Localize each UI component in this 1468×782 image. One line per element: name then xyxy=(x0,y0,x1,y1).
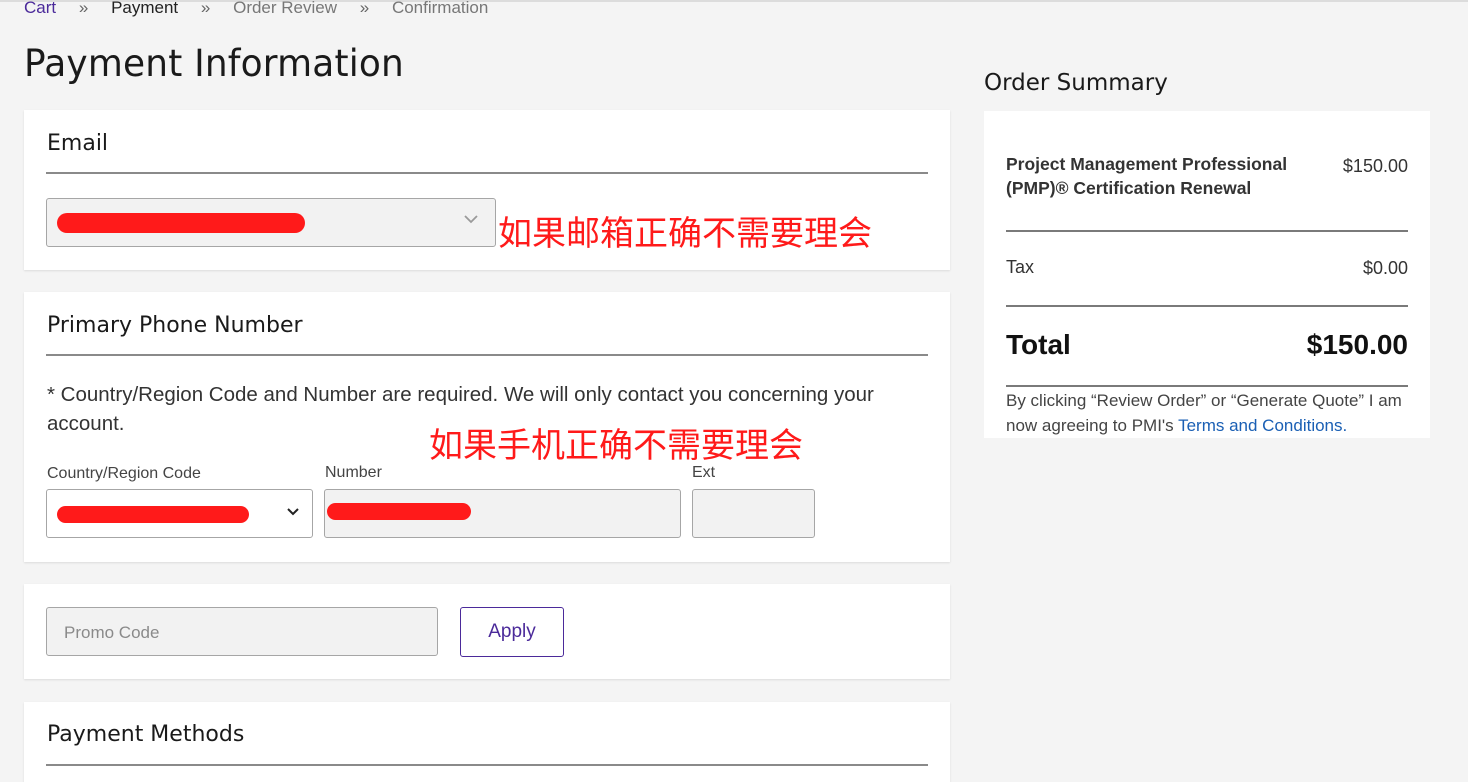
breadcrumb-payment: Payment xyxy=(111,0,179,17)
order-summary-title: Order Summary xyxy=(984,70,1168,96)
summary-divider xyxy=(1006,230,1408,232)
promo-code-placeholder: Promo Code xyxy=(64,623,160,642)
breadcrumb-separator: » xyxy=(359,0,370,17)
breadcrumb-separator: » xyxy=(78,0,89,17)
phone-annotation: 如果手机正确不需要理会 xyxy=(429,426,803,466)
number-label: Number xyxy=(325,464,382,481)
order-item-price: $150.00 xyxy=(1342,156,1408,176)
country-code-label: Country/Region Code xyxy=(47,465,201,482)
total-value: $150.00 xyxy=(1306,329,1408,360)
payment-methods-card: Payment Methods xyxy=(24,702,950,782)
legal-notice: By clicking “Review Order” or “Generate … xyxy=(1006,388,1414,438)
apply-promo-button[interactable]: Apply xyxy=(460,607,564,657)
summary-divider xyxy=(1006,385,1408,387)
breadcrumb: Cart » Payment » Order Review » Confirma… xyxy=(24,0,488,18)
page-title: Payment Information xyxy=(24,42,404,85)
tax-value: $0.00 xyxy=(1362,258,1408,278)
email-divider xyxy=(46,172,928,174)
ext-label: Ext xyxy=(692,464,716,481)
order-item-name: Project Management Professional (PMP)® C… xyxy=(1006,154,1288,198)
summary-divider xyxy=(1006,305,1408,307)
phone-heading: Primary Phone Number xyxy=(47,313,303,338)
breadcrumb-confirmation: Confirmation xyxy=(391,0,489,17)
breadcrumb-separator: » xyxy=(200,0,211,17)
payment-methods-heading: Payment Methods xyxy=(47,722,245,747)
chevron-down-icon xyxy=(463,209,479,234)
redaction-mark xyxy=(327,503,471,520)
email-select[interactable] xyxy=(46,198,496,247)
order-summary-card: Project Management Professional (PMP)® C… xyxy=(984,111,1430,438)
phone-card: Primary Phone Number * Country/Region Co… xyxy=(24,292,950,562)
email-heading: Email xyxy=(47,131,109,156)
total-label: Total xyxy=(1006,329,1071,360)
email-annotation: 如果邮箱正确不需要理会 xyxy=(498,214,872,254)
phone-number-input[interactable] xyxy=(324,489,681,538)
tax-label: Tax xyxy=(1006,257,1035,277)
phone-divider xyxy=(46,354,928,356)
payment-methods-divider xyxy=(46,764,928,766)
email-card: Email 如果邮箱正确不需要理会 xyxy=(24,110,950,270)
breadcrumb-order-review: Order Review xyxy=(233,0,338,17)
country-code-select[interactable] xyxy=(46,489,313,538)
promo-card: Promo Code Apply xyxy=(24,584,950,679)
redaction-mark xyxy=(57,506,249,523)
redaction-mark xyxy=(57,213,305,233)
chevron-down-icon xyxy=(286,504,300,529)
phone-ext-input[interactable] xyxy=(692,489,815,538)
promo-code-input[interactable]: Promo Code xyxy=(46,607,438,656)
terms-and-conditions-link[interactable]: Terms and Conditions. xyxy=(1178,416,1347,435)
breadcrumb-cart-link[interactable]: Cart xyxy=(24,0,56,18)
